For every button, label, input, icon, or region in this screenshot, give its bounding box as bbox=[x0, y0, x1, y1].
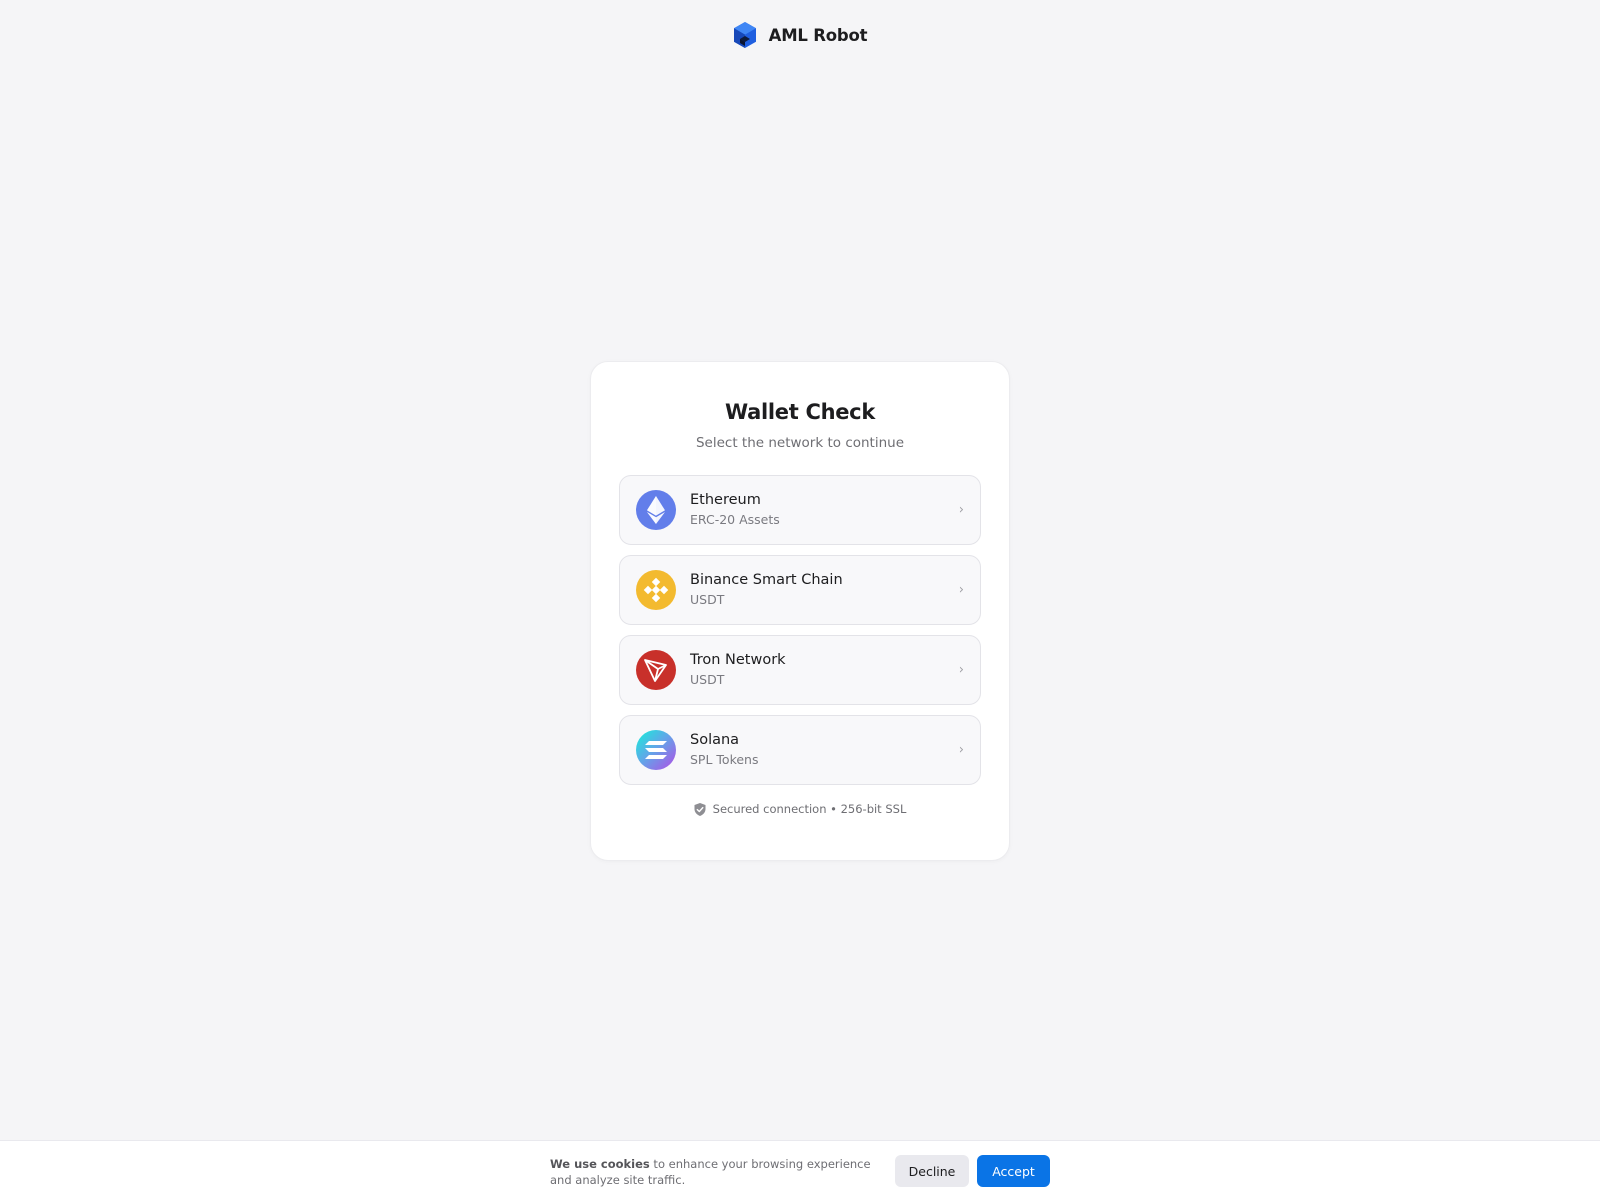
network-name: Ethereum bbox=[690, 492, 761, 508]
chevron-right-icon: › bbox=[958, 502, 964, 518]
network-name: Binance Smart Chain bbox=[690, 572, 843, 588]
cookie-message: We use cookies to enhance your browsing … bbox=[550, 1156, 890, 1188]
brand-name: AML Robot bbox=[768, 25, 868, 45]
network-option-solana[interactable]: Solana SPL Tokens › bbox=[619, 715, 981, 785]
cookie-lead: We use cookies bbox=[550, 1157, 650, 1171]
accept-button[interactable]: Accept bbox=[977, 1155, 1050, 1187]
security-note: Secured connection • 256-bit SSL bbox=[591, 802, 1009, 816]
network-name: Tron Network bbox=[690, 652, 786, 668]
network-subtitle: SPL Tokens bbox=[690, 752, 759, 767]
network-subtitle: ERC-20 Assets bbox=[690, 512, 780, 527]
chevron-right-icon: › bbox=[958, 662, 964, 678]
wallet-check-card: Wallet Check Select the network to conti… bbox=[590, 361, 1010, 861]
network-name: Solana bbox=[690, 732, 740, 748]
network-option-tron[interactable]: Tron Network USDT › bbox=[619, 635, 981, 705]
brand-header: AML Robot bbox=[0, 20, 1600, 50]
ethereum-icon bbox=[636, 490, 676, 530]
chevron-right-icon: › bbox=[958, 582, 964, 598]
solana-icon bbox=[636, 730, 676, 770]
network-text: Ethereum ERC-20 Assets bbox=[690, 491, 780, 529]
network-subtitle: USDT bbox=[690, 672, 725, 687]
chevron-right-icon: › bbox=[958, 742, 964, 758]
security-text: Secured connection • 256-bit SSL bbox=[712, 802, 907, 816]
network-option-binance[interactable]: Binance Smart Chain USDT › bbox=[619, 555, 981, 625]
network-subtitle: USDT bbox=[690, 592, 725, 607]
network-text: Solana SPL Tokens bbox=[690, 731, 759, 769]
decline-button[interactable]: Decline bbox=[895, 1155, 969, 1187]
cookie-consent-bar: We use cookies to enhance your browsing … bbox=[0, 1140, 1600, 1200]
network-text: Tron Network USDT bbox=[690, 651, 786, 689]
binance-icon bbox=[636, 570, 676, 610]
network-list: Ethereum ERC-20 Assets › Binance Smart C… bbox=[619, 475, 981, 795]
card-subtitle: Select the network to continue bbox=[695, 435, 905, 451]
tron-icon bbox=[636, 650, 676, 690]
network-option-ethereum[interactable]: Ethereum ERC-20 Assets › bbox=[619, 475, 981, 545]
card-title: Wallet Check bbox=[725, 400, 875, 424]
shield-check-icon bbox=[694, 802, 706, 816]
network-text: Binance Smart Chain USDT bbox=[690, 571, 843, 609]
hexagon-cube-icon bbox=[733, 21, 757, 49]
